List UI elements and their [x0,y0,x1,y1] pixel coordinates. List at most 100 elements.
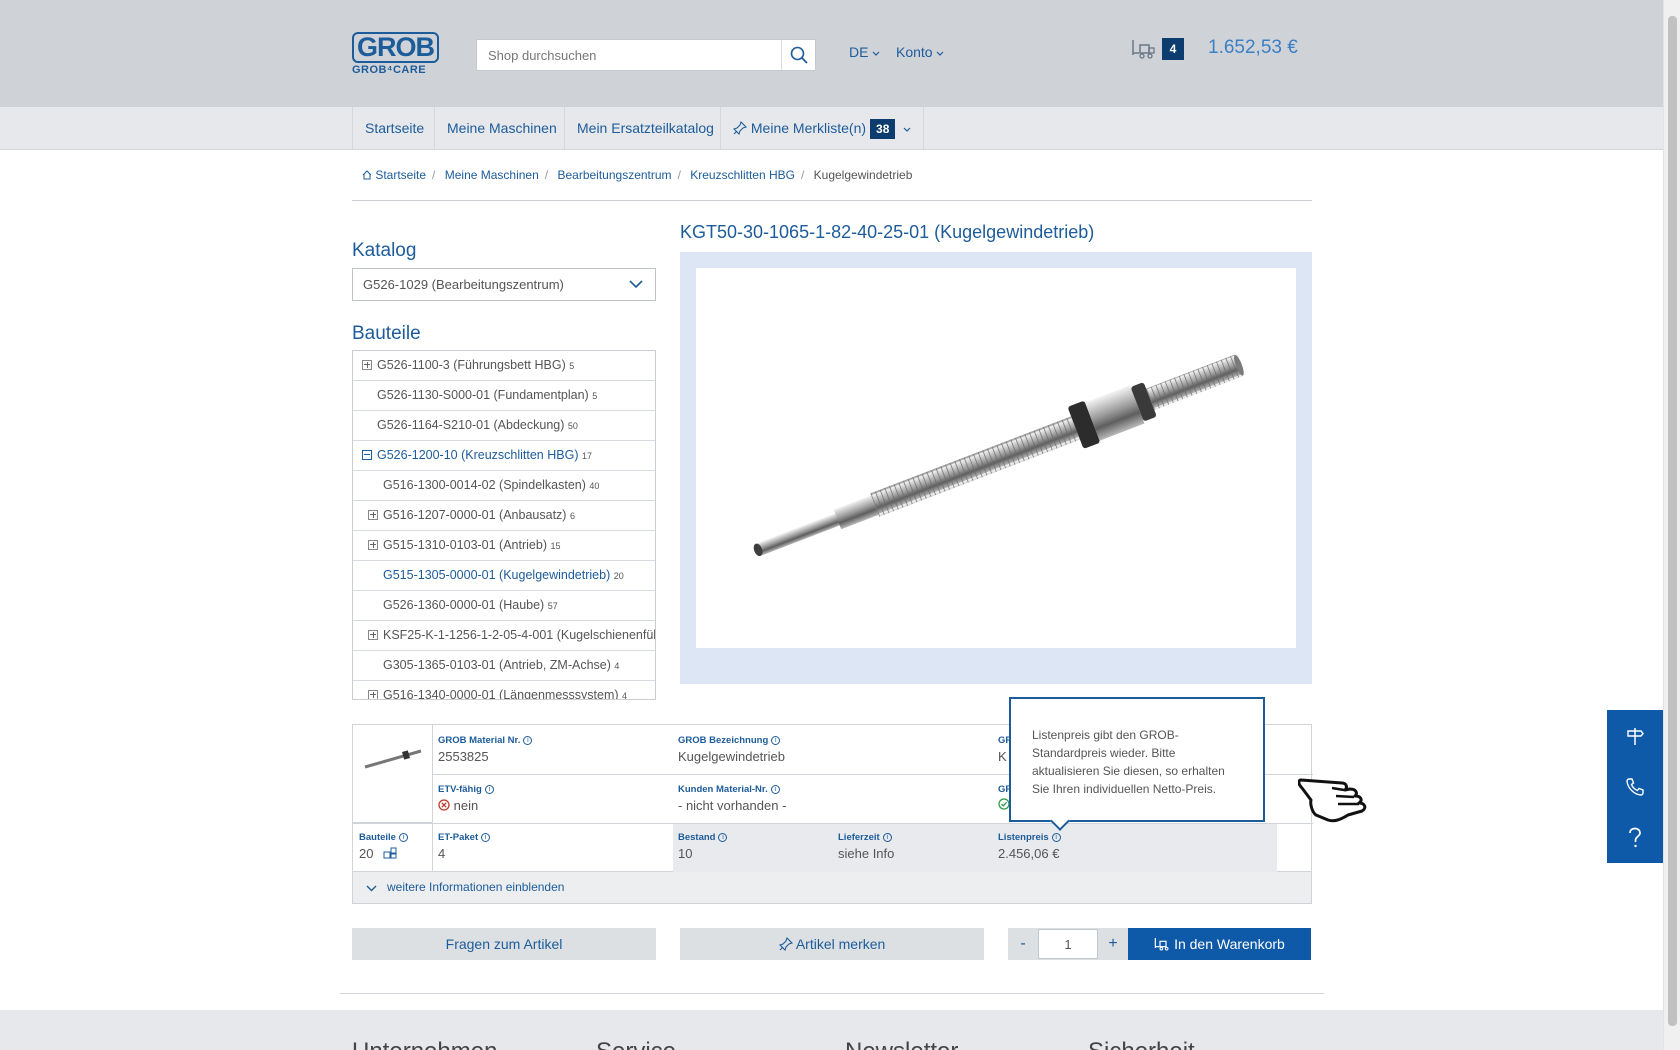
customer-material-number: Kunden Material-Nr. i - nicht vorhanden - [678,784,786,813]
add-to-cart-button[interactable]: In den Warenkorb [1128,928,1311,960]
quantity-decrease-button[interactable]: - [1008,928,1038,960]
nav-startseite[interactable]: Startseite [352,107,436,150]
home-icon[interactable] [362,170,372,180]
tree-item[interactable]: G516-1340-0000-01 (Längenmesssystem) 4 [353,681,655,700]
product-thumbnail[interactable] [353,725,433,823]
product-image-frame [680,252,1312,684]
tree-item[interactable]: G526-1200-10 (Kreuzschlitten HBG) 17 [353,441,655,471]
tree-item-label: G526-1200-10 (Kreuzschlitten HBG) [377,448,579,462]
components-heading: Bauteile [352,323,421,344]
delivery-value: siehe Info [838,846,895,861]
customer-material-label: Kunden Material-Nr. [678,784,768,795]
phone-button[interactable] [1607,761,1663,812]
components-icon[interactable] [383,847,397,859]
account-label: Konto [896,44,933,60]
breadcrumb-startseite[interactable]: Startseite [375,168,426,182]
grob-logo[interactable]: GROB GROB⁴CARE [352,32,439,76]
etv-value: nein [453,798,479,813]
ask-question-button[interactable]: Fragen zum Artikel [352,928,656,960]
expand-icon[interactable] [368,540,378,550]
footer-heading-service: Service [596,1038,676,1050]
search-input[interactable] [477,40,777,70]
x-circle-icon [438,799,450,811]
list-price-info-icon[interactable]: i [1051,832,1061,842]
tree-item[interactable]: G305-1365-0103-01 (Antrieb, ZM-Achse) 4 [353,651,655,681]
tree-item[interactable]: G526-1100-3 (Führungsbett HBG) 5 [353,351,655,381]
search-button[interactable] [781,40,815,70]
signpost-button[interactable] [1607,710,1663,761]
product-designation: GROB Bezeichnung i Kugelgewindetrieb [678,735,785,764]
tree-item-count: 6 [569,511,575,521]
phone-icon [1626,777,1644,796]
etv-capable: ETV-fähig i nein [438,784,494,813]
tree-item-label: G516-1300-0014-02 (Spindelkasten) [383,478,586,492]
show-more-info-toggle[interactable]: weitere Informationen einblenden [352,872,1312,904]
nav-merkliste[interactable]: Meine Merkliste(n) 38 [720,107,925,150]
remember-article-button[interactable]: Artikel merken [680,928,984,960]
info-icon[interactable]: i [481,832,491,842]
tree-item[interactable]: G526-1130-S000-01 (Fundamentplan) 5 [353,381,655,411]
footer: Unternehmen Service Newsletter Sicherhei… [0,1010,1680,1050]
help-button[interactable] [1607,812,1663,863]
info-icon[interactable]: i [770,784,780,794]
info-icon[interactable]: i [882,832,892,842]
breadcrumb-meine-maschinen[interactable]: Meine Maschinen [445,168,539,182]
expand-icon[interactable] [368,690,378,699]
ball-screw-thumbnail [364,749,422,769]
info-icon[interactable]: i [484,784,494,794]
tree-item-count: 5 [592,391,598,401]
wishlist-count-badge: 38 [870,119,896,139]
info-icon[interactable]: i [771,735,781,745]
tree-item[interactable]: KSF25-K-1-1256-1-2-05-4-001 (Kugelschien… [353,621,655,651]
nav-ersatzteilkatalog[interactable]: Mein Ersatzteilkatalog [564,107,726,150]
component-tree: G526-1100-3 (Führungsbett HBG) 5 G526-11… [352,350,656,700]
chevron-down-icon [629,280,643,289]
list-price-tooltip: Listenpreis gibt den GROB-Standardpreis … [1009,697,1265,822]
tree-item[interactable]: G516-1300-0014-02 (Spindelkasten) 40 [353,471,655,501]
info-icon[interactable]: i [523,735,533,745]
tree-item-selected[interactable]: G515-1305-0000-01 (Kugelgewindetrieb) 20 [353,561,655,591]
info-icon[interactable]: i [398,832,408,842]
pin-icon [732,120,748,136]
product-image[interactable] [696,268,1296,648]
language-selector[interactable]: DE [849,44,880,60]
breadcrumb-kreuzschlitten[interactable]: Kreuzschlitten HBG [690,168,795,182]
main-navigation: Startseite Meine Maschinen Mein Ersatzte… [0,107,1680,150]
expand-icon[interactable] [368,510,378,520]
delivery-time: Lieferzeit i siehe Info [838,832,894,861]
cart-total[interactable]: 1.652,53 € [1208,37,1298,59]
language-label: DE [849,44,869,60]
forklift-cart-icon[interactable] [1131,39,1155,59]
breadcrumb-bearbeitungszentrum[interactable]: Bearbeitungszentrum [557,168,671,182]
package-value: 4 [438,846,446,861]
info-icon[interactable]: i [718,832,728,842]
tree-item[interactable]: G526-1164-S210-01 (Abdeckung) 50 [353,411,655,441]
material-number-label: GROB Material Nr. [438,735,521,746]
etv-label: ETV-fähig [438,784,482,795]
tree-item-label: G526-1164-S210-01 (Abdeckung) [377,418,565,432]
quantity-input[interactable] [1038,929,1098,959]
divider [352,200,1312,201]
tree-item[interactable]: G526-1360-0000-01 (Haube) 57 [353,591,655,621]
remember-article-label: Artikel merken [795,936,886,952]
vertical-scrollbar[interactable] [1663,0,1680,1050]
tree-item-label: G516-1207-0000-01 (Anbausatz) [383,508,567,522]
account-menu[interactable]: Konto [896,44,944,60]
tree-item[interactable]: G515-1310-0103-01 (Antrieb) 15 [353,531,655,561]
scrollbar-thumb[interactable] [1668,16,1677,1026]
tree-item-label: G516-1340-0000-01 (Längenmesssystem) [383,688,619,700]
expand-icon[interactable] [368,630,378,640]
collapse-icon[interactable] [362,450,372,460]
catalog-select[interactable]: G526-1029 (Bearbeitungszentrum) [352,268,656,301]
cart-count-badge[interactable]: 4 [1162,38,1184,60]
tree-item[interactable]: G516-1207-0000-01 (Anbausatz) 6 [353,501,655,531]
quantity-stepper: - + [1008,928,1128,960]
package-label: ET-Paket [438,832,479,843]
tree-item-count: 57 [547,601,558,611]
designation-value: Kugelgewindetrieb [678,749,785,764]
nav-merkliste-label: Meine Merkliste(n) [750,120,867,136]
quantity-increase-button[interactable]: + [1098,928,1128,960]
expand-icon[interactable] [362,360,372,370]
nav-meine-maschinen[interactable]: Meine Maschinen [434,107,569,150]
tree-item-count: 40 [589,481,600,491]
